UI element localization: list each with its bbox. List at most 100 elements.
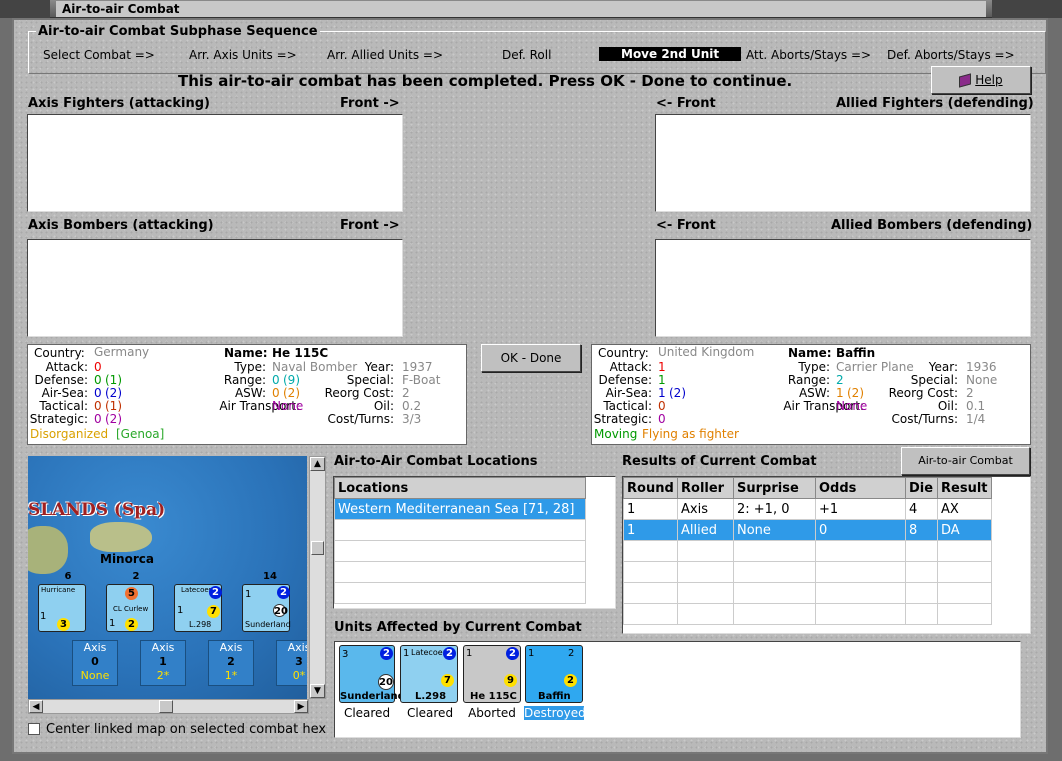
scroll-down-icon[interactable]: ▼ (310, 684, 325, 698)
unit-top-right: 2 (568, 648, 575, 659)
map-stack[interactable]: 2 5 CL Curlew 1 2 (106, 571, 156, 634)
seq-arr-axis-units: Arr. Axis Units => (189, 48, 297, 62)
window-controls[interactable] (992, 0, 1062, 18)
window-title: Air-to-air Combat (56, 1, 986, 17)
roll-modifier: 2* (156, 669, 170, 682)
unit-name: L.298 (415, 691, 447, 702)
cost-label: Cost/Turns: (327, 412, 394, 426)
results-title: Results of Current Combat (622, 454, 817, 469)
center-map-checkbox[interactable] (28, 723, 40, 735)
name-value: He 115C (272, 346, 329, 360)
cell-round: 1 (623, 498, 678, 520)
combat-mini-map[interactable]: SLANDS (Spa) Minorca 6 Hurricane 1 3 2 5… (28, 456, 307, 699)
roll-side: Axis (151, 641, 175, 654)
country-value: United Kingdom (658, 345, 755, 359)
unit-left-value: 1 (245, 589, 252, 600)
roll-box: Axis 0 None (72, 640, 118, 686)
unit-value: 20 (378, 674, 394, 690)
roll-modifier: None (80, 669, 110, 682)
unit-caption: Destroyed (524, 706, 586, 720)
map-horizontal-scrollbar[interactable]: ◀ ▶ (28, 699, 309, 714)
ok-done-button[interactable]: OK - Done (481, 344, 581, 372)
axis-fighters-box[interactable] (27, 114, 403, 212)
strategic-label: Strategic: (593, 412, 652, 426)
map-stack[interactable]: 14 2 1 20 Sunderland (242, 571, 292, 634)
allied-bombers-box[interactable] (655, 239, 1031, 337)
cell-result: DA (937, 519, 992, 541)
scroll-thumb[interactable] (159, 700, 173, 713)
status-text: Moving (594, 427, 638, 441)
cost-value: 3/3 (402, 412, 422, 426)
affected-title: Units Affected by Current Combat (334, 620, 582, 635)
col-roller: Roller (677, 477, 734, 499)
unit-name: Baffin (538, 691, 571, 702)
seq-move-2nd-unit: Move 2nd Unit (599, 47, 742, 61)
unit-label: Sunderland (245, 620, 291, 629)
center-map-label: Center linked map on selected combat hex (46, 722, 327, 737)
map-vertical-scrollbar[interactable]: ▲ ▼ (309, 456, 326, 699)
locations-list[interactable]: Locations Western Mediterranean Sea [71,… (333, 476, 616, 609)
combat-chart-button[interactable]: Air-to-air Combat Chart (901, 447, 1030, 493)
roll-box: Axis 2 1* (208, 640, 254, 686)
unit-sublabel: L.298 (189, 620, 212, 629)
unit-caption: Cleared (343, 706, 391, 720)
results-table: Round Roller Surprise Odds Die Result 1 … (623, 477, 992, 625)
locations-header: Locations (334, 477, 586, 499)
allied-fighters-box[interactable] (655, 114, 1031, 212)
affected-unit-baffin[interactable]: 1 2 2 Baffin (525, 645, 583, 703)
stack-count: 14 (263, 571, 277, 582)
scroll-thumb[interactable] (311, 541, 324, 555)
seq-select-combat: Select Combat => (43, 48, 155, 62)
map-stack[interactable]: 6 Hurricane 1 3 (38, 571, 88, 634)
unit-latecoere: Latecoere 2 1 7 L.298 (174, 584, 222, 632)
axis-bombers-box[interactable] (27, 239, 403, 337)
allied-unit-info: Country: United Kingdom Attack: 1 Defens… (591, 344, 1031, 445)
country-value: Germany (94, 345, 150, 359)
unit-name: Sunderland (340, 691, 405, 702)
table-row[interactable]: 1 Allied None 0 8 DA (623, 519, 992, 541)
status-text: Disorganized (30, 427, 109, 441)
roll-modifier: 1* (224, 669, 238, 682)
unit-cl-curlew: 5 CL Curlew 1 2 (106, 584, 154, 632)
unit-top-right: 2 (380, 647, 393, 660)
map-stack[interactable]: Latecoere 2 1 7 L.298 (174, 584, 224, 634)
affected-unit-latecoere[interactable]: 1 Latecoere 2 7 L.298 (400, 645, 458, 703)
affected-unit-he115c[interactable]: 1 2 9 He 115C (463, 645, 521, 703)
unit-left-value: 1 (177, 605, 184, 616)
unit-caption: Cleared (406, 706, 454, 720)
unit-left-value: 1 (40, 611, 47, 622)
status-message: This air-to-air combat has been complete… (178, 72, 793, 90)
air-to-air-combat-window: Air-to-air Combat Air-to-air Combat Subp… (0, 0, 1062, 761)
unit-value: 7 (441, 674, 454, 687)
allied-bombers-front-label: <- Front (656, 218, 716, 233)
unit-left-value: 1 (109, 618, 116, 629)
axis-unit-info: Country: Germany Attack: 0 Defense: 0 (1… (27, 344, 467, 445)
col-odds: Odds (815, 477, 906, 499)
unit-top-value: 2 (277, 586, 290, 599)
cell-die: 4 (905, 498, 938, 520)
axis-fighters-front-label: Front -> (340, 96, 400, 111)
unit-top-left: 1 (466, 648, 473, 659)
status-location: [Genoa] (116, 427, 165, 441)
scroll-left-icon[interactable]: ◀ (29, 700, 43, 713)
map-region-label: SLANDS (Spa) (28, 500, 166, 520)
strategic-paren: (2) (105, 412, 122, 426)
affected-units-box[interactable]: 3 2 20 Sunderland Cleared 1 Latecoere 2 … (334, 641, 1021, 738)
results-list[interactable]: Round Roller Surprise Odds Die Result 1 … (622, 476, 1031, 634)
col-round: Round (623, 477, 678, 499)
help-button[interactable]: Help (931, 66, 1031, 94)
unit-value: 2 (564, 674, 577, 687)
affected-unit-sunderland[interactable]: 3 2 20 Sunderland (339, 645, 405, 703)
window-menu-button[interactable] (0, 0, 50, 18)
axis-fighters-label: Axis Fighters (attacking) (28, 96, 210, 111)
axis-bombers-label: Axis Bombers (attacking) (28, 218, 214, 233)
allied-fighters-label: Allied Fighters (defending) (836, 96, 1034, 111)
scroll-right-icon[interactable]: ▶ (294, 700, 308, 713)
col-surprise: Surprise (733, 477, 816, 499)
cost-value: 1/4 (966, 412, 986, 426)
location-row[interactable]: Western Mediterranean Sea [71, 28] (334, 498, 586, 520)
scroll-up-icon[interactable]: ▲ (310, 457, 325, 471)
cell-odds: +1 (815, 498, 906, 520)
country-label: Country: (34, 346, 85, 360)
table-row[interactable]: 1 Axis 2: +1, 0 +1 4 AX (623, 498, 992, 520)
